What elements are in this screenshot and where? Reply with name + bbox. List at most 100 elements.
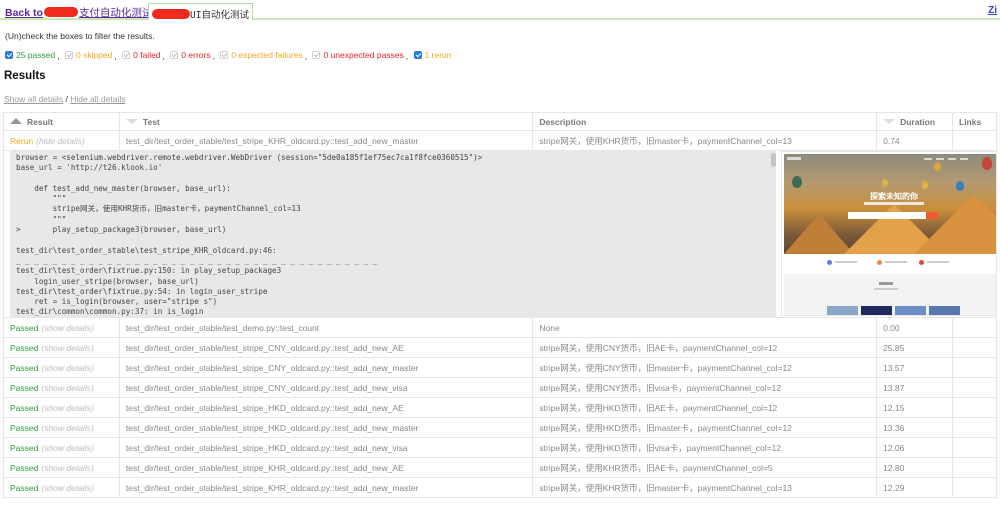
duration-cell: 13.87 (876, 377, 953, 398)
table-row: Passed (show details) test_dir/test_order… (3, 357, 997, 378)
toggle-details-link[interactable]: (show details) (41, 483, 93, 493)
sort-inactive-icon (883, 118, 896, 124)
toggle-details-link[interactable]: (show details) (41, 463, 93, 473)
column-header-description[interactable]: Description (532, 112, 878, 131)
top-bar: Back to 支付自动化测试 UI自动化测试 Zi (0, 0, 1000, 21)
redacted-block (152, 9, 190, 19)
result-cell: Passed (show details) (3, 397, 120, 418)
filter-passed[interactable]: 25 passed (5, 50, 55, 60)
details-links: Show all details / Hide all details (4, 94, 125, 104)
result-cell: Passed (show details) (3, 437, 120, 458)
toggle-details-link[interactable]: (show details) (41, 383, 93, 393)
duration-cell: 13.36 (876, 417, 953, 438)
filter-failed-label: 0 failed (133, 50, 161, 60)
links-cell (952, 457, 997, 478)
links-cell (952, 130, 997, 151)
filter-failed[interactable]: 0 failed (122, 50, 161, 60)
log-output[interactable]: browser = <selenium.webdriver.remote.web… (10, 151, 776, 317)
result-status: Passed (10, 342, 39, 353)
duration-cell: 0.00 (876, 317, 953, 338)
results-table: Result Test Description Duration Links R… (3, 112, 997, 498)
filter-skipped[interactable]: 0 skipped (64, 50, 113, 60)
toggle-details-link[interactable]: (show details) (41, 323, 93, 333)
result-status: Rerun (10, 135, 34, 146)
result-status: Passed (10, 422, 39, 433)
log-scrollbar[interactable] (771, 153, 776, 167)
description-cell: stripe网关，使用HKD货币，旧visa卡，paymentChannel_c… (532, 437, 878, 458)
redacted-block (43, 7, 78, 17)
result-status: Passed (10, 442, 39, 453)
test-name-cell: test_dir/test_order_stable/test_stripe_K… (118, 130, 534, 151)
description-cell: stripe网关，使用KHR货币，旧master卡，paymentChannel… (532, 477, 878, 498)
checkbox-rerun[interactable] (413, 51, 422, 59)
filter-rerun[interactable]: 1 rerun (413, 50, 452, 60)
duration-cell: 12.29 (876, 477, 953, 498)
screenshot-search-box (848, 212, 926, 219)
test-name-cell: test_dir/test_order_stable/test_stripe_H… (118, 397, 534, 418)
filter-rerun-label: 1 rerun (424, 50, 452, 60)
test-name-cell: test_dir/test_order_stable/test_stripe_K… (118, 477, 534, 498)
test-name-cell: test_dir/test_order_stable/test_stripe_H… (118, 417, 534, 438)
result-cell: Passed (show details) (3, 457, 120, 478)
table-header-row: Result Test Description Duration Links (3, 112, 997, 131)
toggle-details-link[interactable]: (show details) (41, 343, 93, 353)
column-header-links: Links (952, 112, 997, 131)
column-header-test-label: Test (142, 116, 160, 127)
column-header-duration-label: Duration (900, 116, 936, 127)
back-link-prefix: Back to (5, 7, 43, 19)
extra-details-cell: browser = <selenium.webdriver.remote.web… (3, 150, 997, 318)
result-status: Passed (10, 382, 39, 393)
duration-cell: 12.06 (876, 437, 953, 458)
checkbox-unexpected-passes[interactable] (312, 51, 321, 59)
toggle-details-link[interactable]: (show details) (41, 363, 93, 373)
table-row: Passed (show details) test_dir/test_order… (3, 437, 997, 458)
result-cell: Rerun (hide details) (3, 130, 120, 151)
links-cell (952, 417, 997, 438)
column-header-test[interactable]: Test (118, 112, 534, 131)
checkbox-failed[interactable] (122, 51, 131, 59)
hide-all-details-link[interactable]: Hide all details (70, 94, 125, 104)
test-name-cell: test_dir/test_order_stable/test_demo.py:… (118, 317, 534, 338)
filter-bar: 25 passed, 0 skipped, 0 failed, 0 errors… (5, 50, 453, 61)
column-header-links-label: Links (959, 116, 982, 127)
description-cell: stripe网关，使用CNY货币，旧master卡，paymentChannel… (532, 357, 878, 378)
table-row: Passed (show details) test_dir/test_order… (3, 457, 997, 478)
checkbox-expected-failures[interactable] (220, 51, 229, 59)
screenshot-logo (787, 157, 801, 160)
back-link[interactable]: Back to 支付自动化测试 (5, 5, 152, 20)
toggle-details-link[interactable]: (show details) (41, 423, 93, 433)
result-cell: Passed (show details) (3, 377, 120, 398)
checkbox-skipped[interactable] (64, 51, 73, 59)
right-link[interactable]: Zi (988, 5, 997, 16)
toggle-details-link[interactable]: (hide details) (36, 136, 85, 146)
sort-ascending-icon (10, 117, 22, 124)
test-name-cell: test_dir/test_order_stable/test_stripe_H… (118, 437, 534, 458)
checkbox-passed[interactable] (5, 51, 13, 59)
links-cell (952, 437, 997, 458)
screenshot-search-button (926, 212, 938, 219)
table-row: Passed (show details) test_dir/test_order… (3, 397, 997, 418)
duration-cell: 25.85 (876, 337, 953, 358)
test-name-cell: test_dir/test_order_stable/test_stripe_C… (118, 357, 534, 378)
toggle-details-link[interactable]: (show details) (41, 443, 93, 453)
filter-unexpected-passes[interactable]: 0 unexpected passes (312, 50, 404, 60)
result-status: Passed (10, 322, 39, 333)
filter-skipped-label: 0 skipped (75, 50, 113, 60)
toggle-details-link[interactable]: (show details) (41, 403, 93, 413)
show-all-details-link[interactable]: Show all details (4, 94, 63, 104)
description-cell: None (532, 317, 878, 338)
table-row-extra: browser = <selenium.webdriver.remote.web… (3, 150, 997, 318)
filter-expected-failures[interactable]: 0 expected failures (220, 50, 303, 60)
checkbox-errors[interactable] (170, 51, 179, 59)
table-row: Passed (show details) test_dir/test_order… (3, 317, 997, 338)
duration-cell: 0.74 (876, 130, 953, 151)
screenshot-headline: 探索未知的你 (870, 192, 918, 201)
column-header-result[interactable]: Result (3, 112, 120, 131)
column-header-duration[interactable]: Duration (876, 112, 953, 131)
links-cell (952, 337, 997, 358)
result-status: Passed (10, 462, 39, 473)
duration-cell: 12.15 (876, 397, 953, 418)
failure-screenshot[interactable]: 探索未知的你 (781, 151, 996, 316)
tab-current-report[interactable]: UI自动化测试 (148, 3, 253, 21)
filter-errors[interactable]: 0 errors (170, 50, 211, 60)
